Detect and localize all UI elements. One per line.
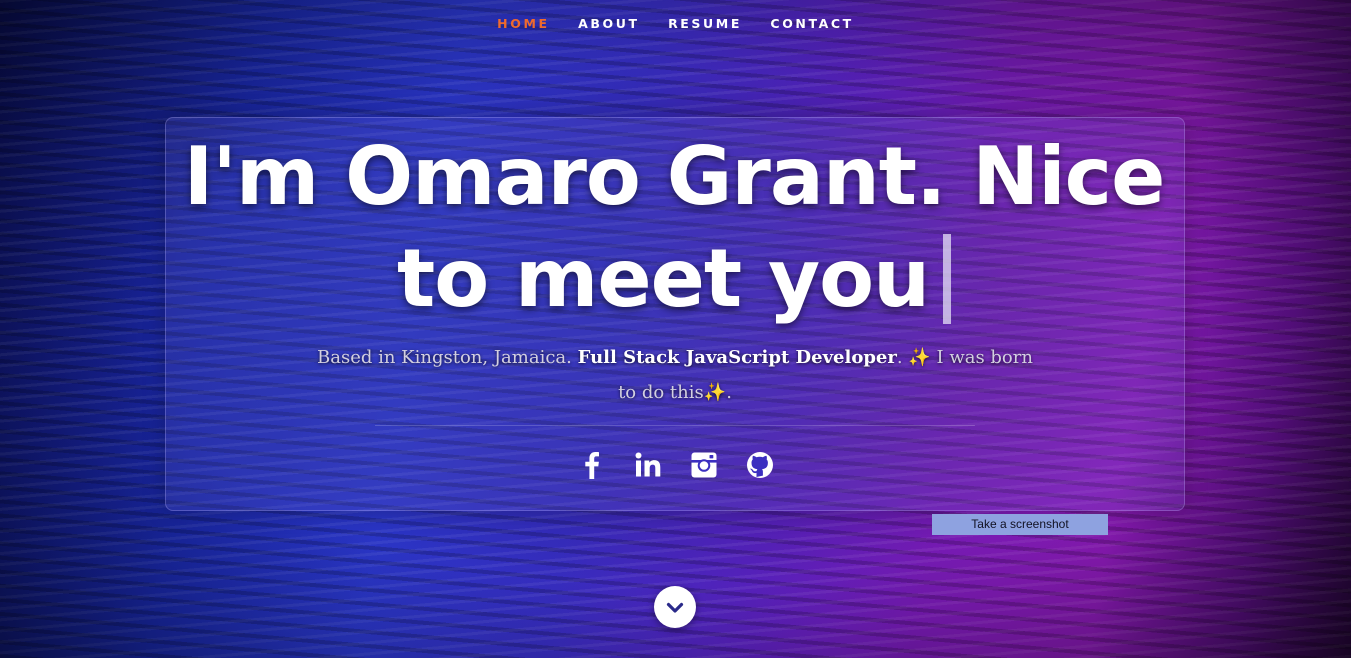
nav-item-contact[interactable]: CONTACT <box>770 16 853 31</box>
headline-line-2: to meet you <box>396 232 930 325</box>
hero-divider <box>375 425 975 426</box>
nav-item-resume[interactable]: RESUME <box>668 16 742 31</box>
nav-item-home[interactable]: HOME <box>497 16 549 31</box>
subtitle-period: . <box>896 347 909 368</box>
chevron-down-icon <box>666 602 684 613</box>
sparkle-icon: ✨ <box>703 382 727 403</box>
instagram-icon <box>691 452 716 478</box>
nav-item-about[interactable]: ABOUT <box>578 16 640 31</box>
linkedin-link[interactable] <box>633 450 663 480</box>
subtitle-end: . <box>726 382 732 403</box>
take-screenshot-button[interactable]: Take a screenshot <box>932 514 1108 535</box>
scroll-down-button[interactable] <box>654 586 696 628</box>
social-links <box>0 450 1351 480</box>
github-icon <box>746 452 773 478</box>
github-link[interactable] <box>745 450 775 480</box>
headline-line-1: I'm Omaro Grant. Nice <box>183 130 1166 223</box>
subtitle-role: Full Stack JavaScript Developer <box>577 347 897 368</box>
linkedin-icon <box>635 452 660 477</box>
hero-headline: I'm Omaro Grant. Nice to meet you <box>165 126 1183 330</box>
facebook-icon <box>584 452 599 479</box>
hero-subtitle: Based in Kingston, Jamaica. Full Stack J… <box>310 340 1040 410</box>
subtitle-location: Based in Kingston, Jamaica. <box>317 347 578 368</box>
sparkle-icon: ✨ <box>908 347 931 368</box>
facebook-link[interactable] <box>577 450 607 480</box>
instagram-link[interactable] <box>689 450 719 480</box>
typing-cursor <box>943 234 952 324</box>
main-nav: HOME ABOUT RESUME CONTACT <box>0 15 1351 33</box>
